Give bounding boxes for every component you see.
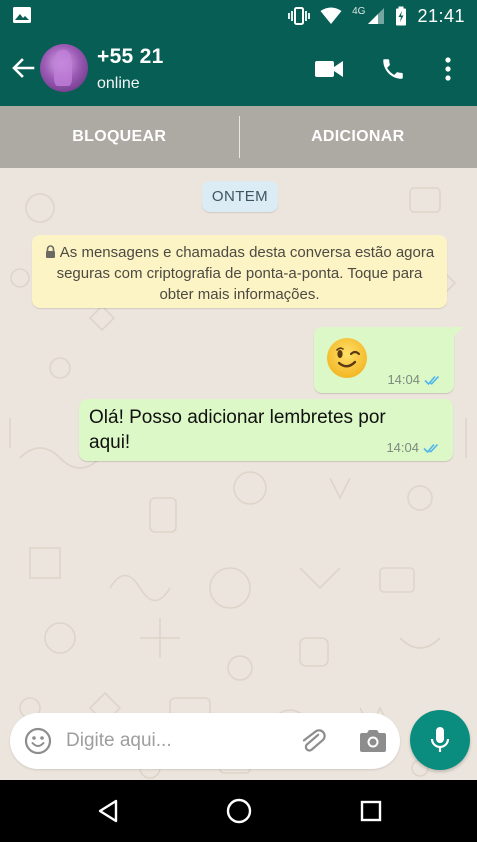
gallery-notification-icon <box>13 7 31 23</box>
message-time: 14:04 <box>387 372 420 387</box>
chat-area[interactable]: ONTEM As mensagens e chamadas desta conv… <box>0 168 477 780</box>
triangle-back-icon <box>98 799 118 823</box>
nav-back-button[interactable] <box>92 795 124 827</box>
signal-icon <box>368 8 385 24</box>
double-check-read-icon <box>424 375 440 385</box>
add-contact-button[interactable]: ADICIONAR <box>239 106 477 168</box>
more-vert-icon <box>445 57 451 81</box>
encryption-notice-text: As mensagens e chamadas desta conversa e… <box>56 244 435 303</box>
winking-face-emoji <box>327 338 367 378</box>
video-camera-icon <box>315 61 343 77</box>
action-divider <box>239 116 240 158</box>
video-call-button[interactable] <box>314 54 344 84</box>
battery-icon <box>396 6 407 26</box>
voice-call-button[interactable] <box>378 54 408 84</box>
message-meta: 14:04 <box>386 440 443 455</box>
circle-home-icon <box>226 798 252 824</box>
contact-name[interactable]: +55 21 <box>97 45 164 69</box>
unknown-contact-actions: BLOQUEAR ADICIONAR <box>0 106 477 168</box>
encryption-notice[interactable]: As mensagens e chamadas desta conversa e… <box>32 235 447 308</box>
vibrate-icon <box>288 7 311 25</box>
date-separator: ONTEM <box>202 181 278 212</box>
wifi-icon <box>320 7 342 24</box>
status-icons: 4G 21:41 <box>288 0 465 32</box>
phone-icon <box>383 59 403 79</box>
microphone-icon <box>430 727 450 752</box>
contact-status: online <box>97 75 140 92</box>
message-input[interactable] <box>66 723 286 759</box>
square-recents-icon <box>360 800 382 822</box>
lock-icon <box>45 245 55 258</box>
block-button[interactable]: BLOQUEAR <box>0 106 239 168</box>
camera-icon[interactable] <box>358 727 388 755</box>
emoji-picker-icon[interactable] <box>24 727 52 755</box>
outgoing-message[interactable]: Olá! Posso adicionar lembretes por aqui!… <box>79 399 453 461</box>
nav-home-button[interactable] <box>223 795 255 827</box>
chat-header: +55 21 online <box>0 32 477 106</box>
double-check-read-icon <box>423 443 439 453</box>
status-bar: 4G 21:41 <box>0 0 477 32</box>
voice-message-button[interactable] <box>410 710 470 770</box>
message-text: Olá! Posso adicionar lembretes por aqui! <box>89 407 386 453</box>
clock: 21:41 <box>417 5 465 26</box>
more-options-button[interactable] <box>433 54 463 84</box>
message-meta: 14:04 <box>387 372 444 387</box>
message-time: 14:04 <box>386 440 419 455</box>
network-type: 4G <box>352 5 366 17</box>
nav-recents-button[interactable] <box>355 795 387 827</box>
paperclip-icon[interactable] <box>299 727 327 755</box>
contact-avatar[interactable] <box>40 44 88 92</box>
message-composer <box>10 713 400 769</box>
back-arrow-icon[interactable] <box>8 53 38 83</box>
system-navigation-bar <box>0 780 477 842</box>
outgoing-message[interactable]: 14:04 <box>314 327 463 393</box>
